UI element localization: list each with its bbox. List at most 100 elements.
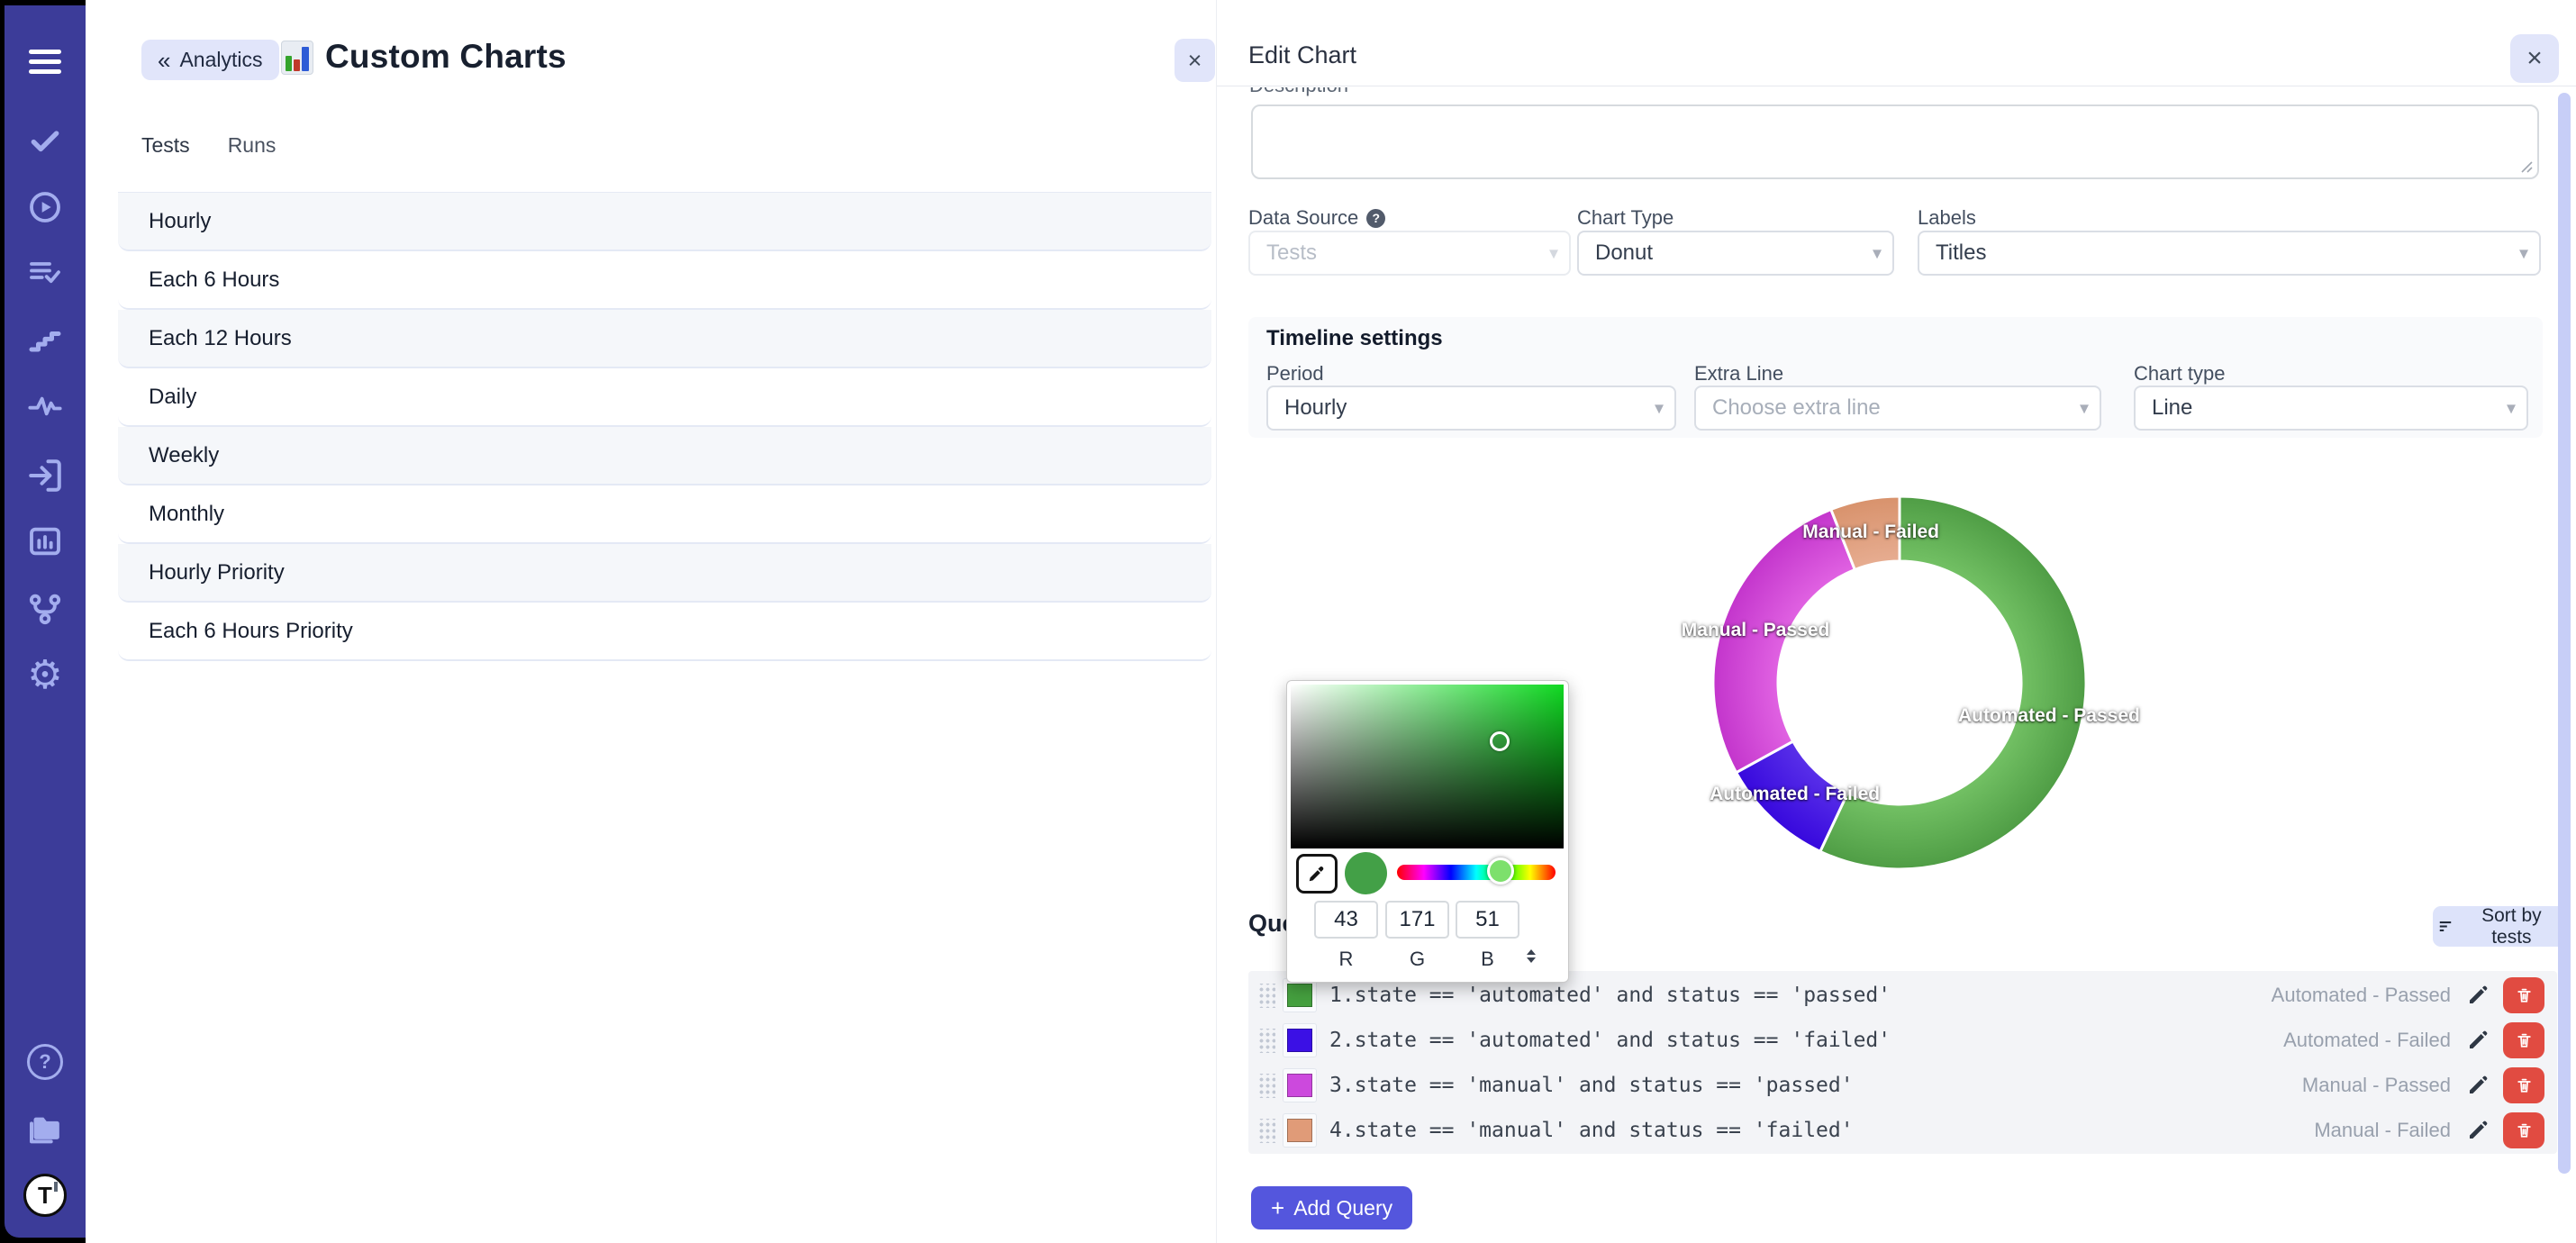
resize-handle-icon[interactable] — [2519, 159, 2534, 174]
query-color-swatch[interactable] — [1283, 1068, 1317, 1102]
edit-query-button[interactable] — [2467, 984, 2489, 1006]
tab-runs[interactable]: Runs — [228, 133, 277, 158]
query-row: 4.state == 'manual' and status == 'faile… — [1248, 1108, 2557, 1153]
color-mode-toggle-icon[interactable] — [1527, 949, 1536, 963]
list-check-icon[interactable] — [5, 252, 86, 294]
tab-tests[interactable]: Tests — [141, 133, 190, 158]
edit-query-button[interactable] — [2467, 1075, 2489, 1096]
green-input[interactable] — [1385, 901, 1449, 939]
chevron-down-icon: ▾ — [2519, 242, 2528, 265]
chart-list-item[interactable]: Daily — [118, 368, 1211, 427]
chevron-down-icon: ▾ — [2507, 397, 2516, 420]
analytics-back-button[interactable]: « Analytics — [141, 40, 279, 80]
saturation-area[interactable] — [1291, 685, 1564, 848]
chart-list-item[interactable]: Each 6 Hours — [118, 251, 1211, 310]
sort-by-tests-button[interactable]: Sort by tests — [2433, 906, 2566, 947]
sidebar: ⚙ ? T — [5, 5, 86, 1238]
help-icon[interactable]: ? — [5, 1041, 86, 1083]
add-query-button[interactable]: + Add Query — [1251, 1186, 1412, 1229]
close-editor-button[interactable]: × — [2510, 34, 2559, 83]
chevron-down-icon: ▾ — [1873, 242, 1882, 265]
red-input[interactable] — [1314, 901, 1378, 939]
help-icon[interactable]: ? — [1366, 209, 1385, 228]
query-color-swatch[interactable] — [1283, 1023, 1317, 1057]
plus-icon: + — [1271, 1194, 1284, 1222]
play-circle-icon[interactable] — [5, 186, 86, 228]
drag-handle[interactable] — [1257, 1074, 1275, 1098]
query-rows: 1.state == 'automated' and status == 'pa… — [1248, 971, 2557, 1154]
timeline-chart-type-select[interactable]: Line ▾ — [2134, 386, 2528, 431]
back-chevrons-icon: « — [158, 49, 170, 72]
sort-icon — [2438, 918, 2454, 935]
blue-input[interactable] — [1456, 901, 1519, 939]
delete-query-button[interactable] — [2503, 1067, 2544, 1103]
editor-title: Edit Chart — [1248, 41, 1356, 69]
chart-list-item-label: Daily — [149, 385, 196, 410]
blue-label: B — [1456, 948, 1519, 971]
labels-select[interactable]: Titles ▾ — [1918, 231, 2541, 276]
hue-slider[interactable] — [1397, 865, 1556, 880]
branch-icon[interactable] — [5, 588, 86, 630]
data-source-select[interactable]: Tests ▾ — [1248, 231, 1571, 276]
delete-query-button[interactable] — [2503, 1022, 2544, 1058]
logo[interactable]: T — [5, 1175, 86, 1216]
hue-slider-handle[interactable] — [1487, 857, 1514, 885]
chart-list: Hourly Each 6 Hours Each 12 Hours Daily Week… — [118, 192, 1211, 661]
bar-chart-icon[interactable] — [5, 521, 86, 562]
edit-query-button[interactable] — [2467, 1030, 2489, 1051]
menu-icon[interactable] — [5, 41, 86, 82]
check-icon[interactable] — [5, 120, 86, 161]
pencil-icon — [2467, 1120, 2489, 1141]
query-color-swatch[interactable] — [1283, 978, 1317, 1012]
pencil-icon — [2467, 1030, 2489, 1051]
chevron-down-icon: ▾ — [2080, 397, 2089, 420]
eyedropper-button[interactable] — [1296, 854, 1338, 894]
extra-line-label: Extra Line — [1694, 362, 2101, 386]
query-tag-label: Manual - Failed — [2314, 1119, 2451, 1142]
query-code: 2.state == 'automated' and status == 'fa… — [1329, 1029, 1891, 1052]
chart-list-item[interactable]: Weekly — [118, 427, 1211, 485]
description-textarea[interactable] — [1251, 104, 2539, 179]
donut-segment-label: Manual - Passed — [1682, 620, 1830, 641]
chevron-down-icon: ▾ — [1655, 397, 1664, 420]
pulse-icon[interactable] — [5, 386, 86, 427]
extra-line-select[interactable]: Choose extra line ▾ — [1694, 386, 2101, 431]
drag-handle[interactable] — [1257, 984, 1275, 1008]
drag-handle[interactable] — [1257, 1119, 1275, 1143]
delete-query-button[interactable] — [2503, 977, 2544, 1013]
scrollbar-thumb[interactable] — [2558, 93, 2571, 1174]
saturation-selector[interactable] — [1490, 731, 1510, 751]
pencil-icon — [2467, 1075, 2489, 1096]
chart-type-select[interactable]: Donut ▾ — [1577, 231, 1894, 276]
folder-icon[interactable] — [5, 1109, 86, 1150]
chart-list-item-label: Each 12 Hours — [149, 326, 292, 351]
chart-list-item[interactable]: Hourly — [118, 193, 1211, 251]
chart-list-item[interactable]: Hourly Priority — [118, 544, 1211, 603]
custom-charts-panel: « Analytics Custom Charts × Tests Runs H… — [86, 0, 1216, 1243]
donut-segment-label: Automated - Passed — [1958, 705, 2140, 727]
chart-list-item[interactable]: Each 6 Hours Priority — [118, 603, 1211, 661]
chart-list-item-label: Hourly — [149, 209, 211, 234]
drag-handle[interactable] — [1257, 1029, 1275, 1053]
period-select[interactable]: Hourly ▾ — [1266, 386, 1676, 431]
edit-query-button[interactable] — [2467, 1120, 2489, 1141]
delete-query-button[interactable] — [2503, 1112, 2544, 1148]
chart-list-item-label: Weekly — [149, 443, 219, 468]
chevron-down-icon: ▾ — [1549, 242, 1558, 265]
trash-icon — [2516, 1076, 2533, 1094]
steps-icon[interactable] — [5, 320, 86, 361]
close-panel-button[interactable]: × — [1175, 39, 1215, 82]
query-row: 2.state == 'automated' and status == 'fa… — [1248, 1018, 2557, 1063]
color-picker: R G B — [1286, 680, 1569, 983]
chart-list-item[interactable]: Monthly — [118, 485, 1211, 544]
import-icon[interactable] — [5, 455, 86, 496]
gear-icon[interactable]: ⚙ — [5, 655, 86, 696]
donut-chart: Automated - PassedAutomated - FailedManu… — [1701, 485, 2098, 881]
tab-bar: Tests Runs — [141, 133, 276, 158]
chart-list-item[interactable]: Each 12 Hours — [118, 310, 1211, 368]
trash-icon — [2516, 986, 2533, 1004]
query-code: 4.state == 'manual' and status == 'faile… — [1329, 1119, 1854, 1142]
query-color-swatch[interactable] — [1283, 1113, 1317, 1148]
donut-segment-label: Automated - Failed — [1710, 784, 1880, 805]
clipped-field-label: Description — [1249, 87, 1519, 99]
